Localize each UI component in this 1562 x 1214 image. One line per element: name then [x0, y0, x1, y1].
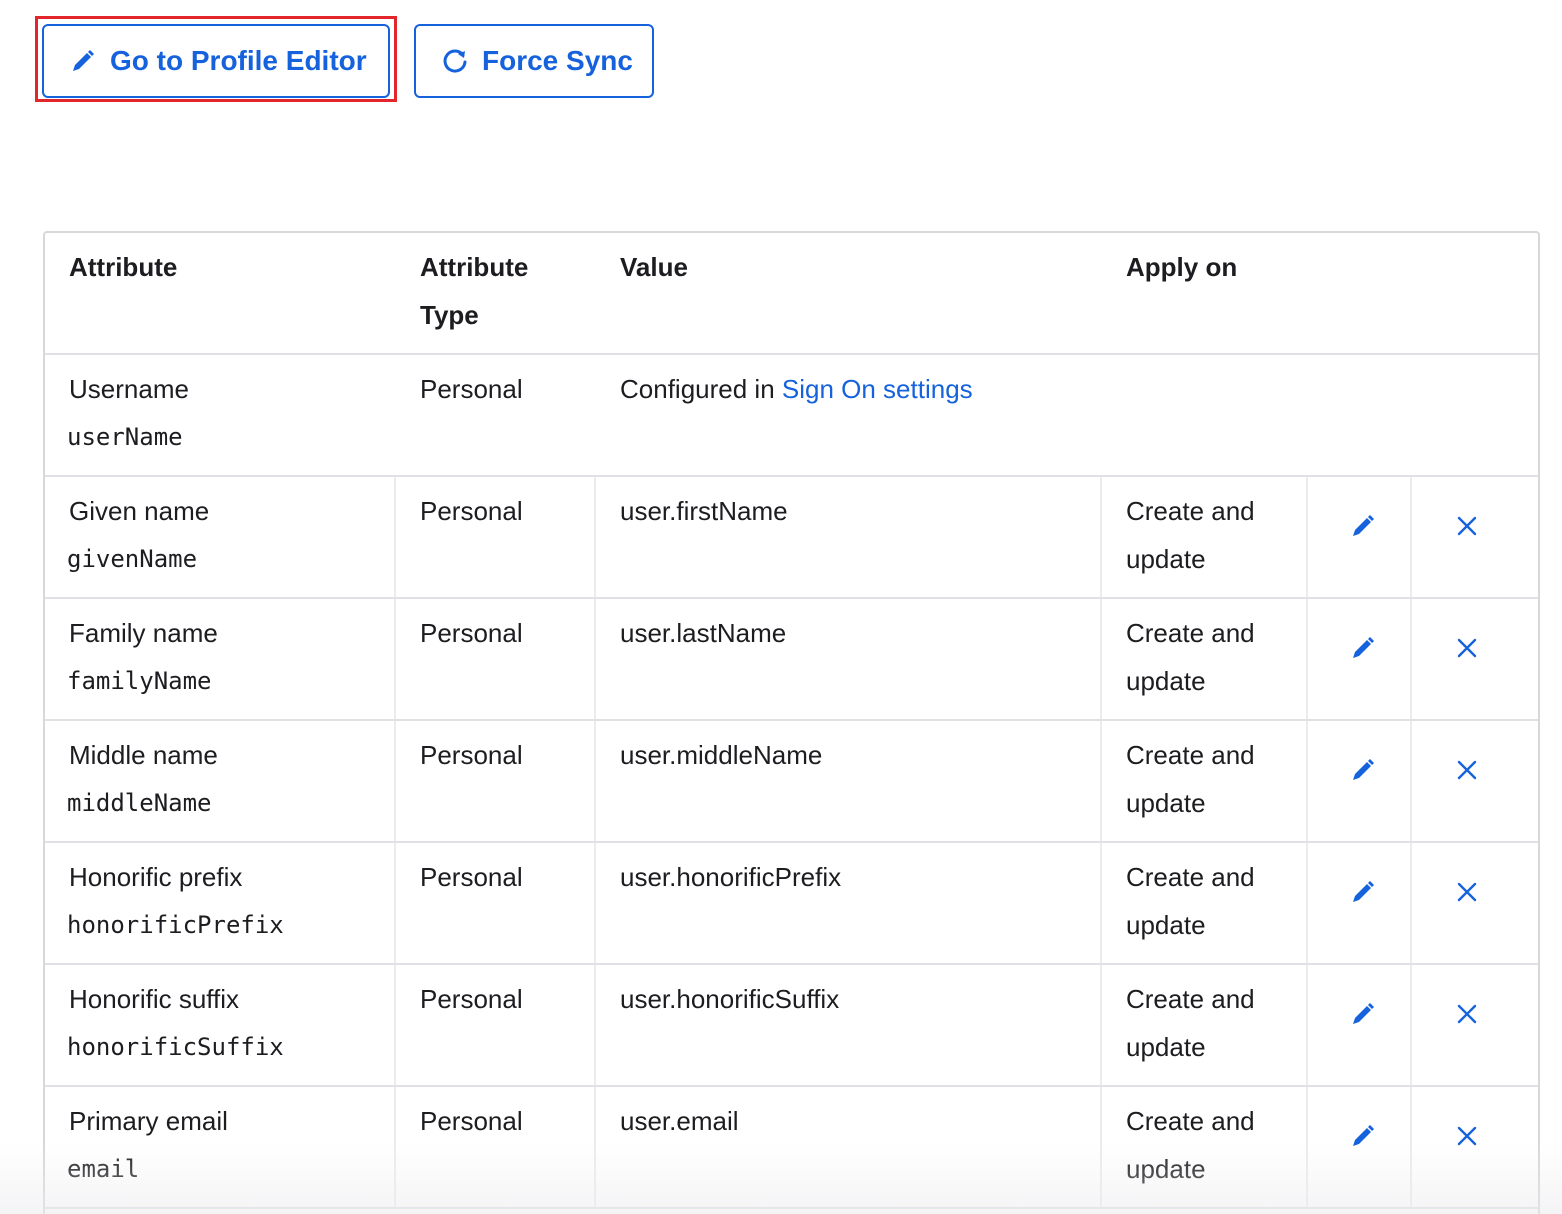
table-row: Family name familyName Personal user.las…: [45, 599, 1538, 721]
attribute-label: Honorific suffix: [69, 984, 240, 1014]
delete-cell: [1412, 843, 1538, 963]
apply-on-cell: Create and update: [1102, 843, 1308, 963]
table-row: Username userName Personal Configured in…: [45, 355, 1538, 477]
force-sync-button[interactable]: Force Sync: [414, 24, 654, 98]
attribute-mappings-table: Attribute Attribute Type Value Apply on …: [43, 231, 1540, 1214]
table-header-row: Attribute Attribute Type Value Apply on: [45, 233, 1538, 355]
pencil-icon[interactable]: [1348, 511, 1378, 541]
attribute-key: honorificSuffix: [67, 1033, 284, 1061]
attribute-key: middleName: [67, 789, 212, 817]
pencil-icon[interactable]: [1348, 755, 1378, 785]
apply-on-cell: Create and update: [1102, 477, 1308, 597]
close-icon[interactable]: [1452, 755, 1482, 785]
edit-cell: [1308, 721, 1412, 841]
apply-on-cell: Create and update: [1102, 965, 1308, 1085]
edit-cell: [1308, 965, 1412, 1085]
apply-on-cell: Create and update: [1102, 721, 1308, 841]
attribute-key: givenName: [67, 545, 198, 573]
header-attribute: Attribute: [69, 252, 178, 282]
delete-cell: [1412, 721, 1538, 841]
header-attribute-type: Attribute Type: [420, 252, 529, 330]
page: Go to Profile Editor Force Sync Attribut…: [0, 0, 1562, 1214]
value-cell: Configured in Sign On settings: [596, 355, 1102, 475]
value-cell: user.middleName: [596, 721, 1102, 841]
sign-on-settings-link[interactable]: Sign On settings: [782, 374, 973, 404]
attribute-label: Middle name: [69, 740, 218, 770]
attribute-type-cell: Personal: [396, 965, 596, 1085]
value-cell: user.honorificSuffix: [596, 965, 1102, 1085]
header-value: Value: [620, 252, 688, 282]
go-to-profile-editor-button[interactable]: Go to Profile Editor: [42, 24, 390, 98]
attribute-key: familyName: [67, 667, 212, 695]
pencil-icon: [70, 48, 96, 74]
value-prefix: Configured in: [620, 374, 782, 404]
edit-cell: [1308, 599, 1412, 719]
attribute-cell: Honorific prefix honorificPrefix: [45, 843, 396, 963]
edit-cell: [1308, 843, 1412, 963]
go-to-profile-editor-label: Go to Profile Editor: [110, 45, 367, 76]
table-row: Primary email email Personal user.email …: [45, 1087, 1538, 1209]
pencil-icon[interactable]: [1348, 877, 1378, 907]
close-icon[interactable]: [1452, 633, 1482, 663]
attribute-cell: Middle name middleName: [45, 721, 396, 841]
attribute-label: Given name: [69, 496, 210, 526]
delete-cell: [1412, 965, 1538, 1085]
attribute-type-cell: Personal: [396, 477, 596, 597]
value-cell: user.honorificPrefix: [596, 843, 1102, 963]
close-icon[interactable]: [1452, 511, 1482, 541]
attribute-type-cell: Personal: [420, 374, 523, 404]
edit-cell: [1308, 477, 1412, 597]
table-row: Middle name middleName Personal user.mid…: [45, 721, 1538, 843]
edit-cell: [1308, 1087, 1412, 1207]
attribute-label: Username: [69, 374, 189, 404]
attribute-cell: Family name familyName: [45, 599, 396, 719]
attribute-key: email: [67, 1155, 140, 1183]
table-row: Honorific prefix honorificPrefix Persona…: [45, 843, 1538, 965]
close-icon[interactable]: [1452, 999, 1482, 1029]
attribute-cell: Primary email email: [45, 1087, 396, 1207]
attribute-key: userName: [67, 423, 183, 451]
table-row: Honorific suffix honorificSuffix Persona…: [45, 965, 1538, 1087]
attribute-label: Primary email: [69, 1106, 228, 1136]
apply-on-cell: Create and update: [1102, 599, 1308, 719]
attribute-type-cell: Personal: [396, 721, 596, 841]
attribute-key: honorificPrefix: [67, 911, 284, 939]
attribute-cell: Honorific suffix honorificSuffix: [45, 965, 396, 1085]
delete-cell: [1412, 599, 1538, 719]
attribute-type-cell: Personal: [396, 1087, 596, 1207]
value-cell: user.email: [596, 1087, 1102, 1207]
attribute-type-cell: Personal: [396, 843, 596, 963]
apply-on-cell: Create and update: [1102, 1087, 1308, 1207]
delete-cell: [1412, 477, 1538, 597]
table-row: Given name givenName Personal user.first…: [45, 477, 1538, 599]
refresh-icon: [442, 48, 468, 74]
attribute-type-cell: Personal: [396, 599, 596, 719]
header-apply-on: Apply on: [1126, 252, 1238, 282]
pencil-icon[interactable]: [1348, 999, 1378, 1029]
value-cell: user.lastName: [596, 599, 1102, 719]
pencil-icon[interactable]: [1348, 633, 1378, 663]
close-icon[interactable]: [1452, 877, 1482, 907]
delete-cell: [1412, 1087, 1538, 1207]
force-sync-label: Force Sync: [482, 45, 633, 76]
attribute-label: Family name: [69, 618, 218, 648]
pencil-icon[interactable]: [1348, 1121, 1378, 1151]
attribute-label: Honorific prefix: [69, 862, 243, 892]
attribute-cell: Username userName: [45, 355, 396, 475]
value-cell: user.firstName: [596, 477, 1102, 597]
close-icon[interactable]: [1452, 1121, 1482, 1151]
attribute-cell: Given name givenName: [45, 477, 396, 597]
